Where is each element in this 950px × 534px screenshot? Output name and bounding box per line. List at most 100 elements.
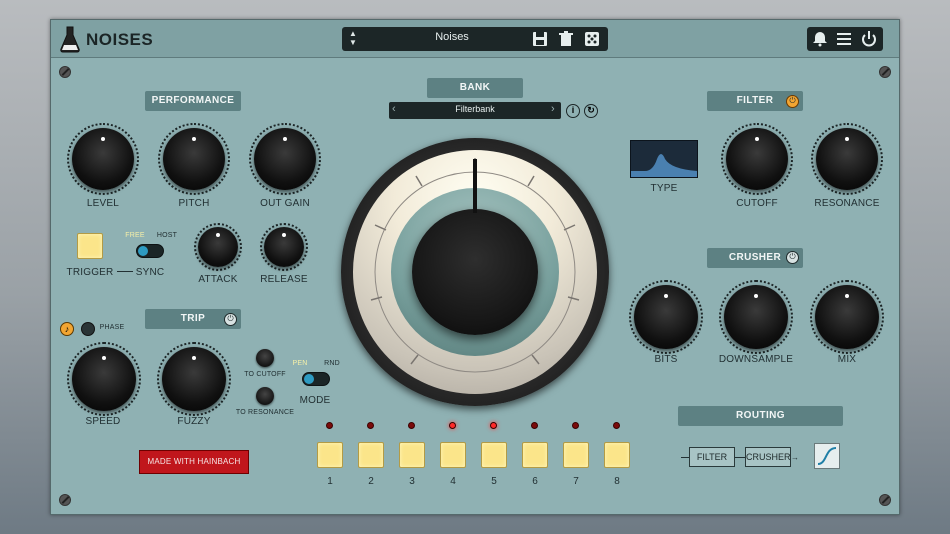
sync-label: SYNC	[135, 267, 165, 278]
curve-icon	[817, 447, 837, 465]
screw-icon	[879, 66, 891, 78]
pad-number: 7	[573, 476, 579, 487]
routing-crusher-block[interactable]: CRUSHER	[745, 447, 791, 467]
downsample-knob[interactable]	[724, 285, 788, 349]
bank-header: BANK	[427, 78, 523, 98]
made-with-badge[interactable]: MADE WITH HAINBACH	[139, 450, 249, 474]
phase-icon[interactable]	[81, 322, 95, 336]
pad-5[interactable]	[481, 442, 507, 468]
resonance-knob[interactable]	[816, 128, 878, 190]
pad-number: 3	[409, 476, 415, 487]
main-dial-knob[interactable]	[412, 209, 538, 335]
pad-number: 6	[532, 476, 538, 487]
filter-power-icon[interactable]: ⏻	[786, 95, 799, 108]
to-cutoff-knob[interactable]	[256, 349, 274, 367]
cutoff-label: CUTOFF	[736, 198, 778, 209]
level-knob[interactable]	[72, 128, 134, 190]
trigger-pad[interactable]	[77, 233, 103, 259]
release-knob[interactable]	[264, 227, 304, 267]
pitch-knob[interactable]	[163, 128, 225, 190]
preset-bar: ▲ ▼ Noises	[342, 27, 608, 51]
main-dial-pointer	[473, 159, 477, 213]
pad-7[interactable]	[563, 442, 589, 468]
routing-line-mid	[735, 457, 745, 458]
pad-led	[367, 422, 374, 429]
phase-label: PHASE	[99, 324, 125, 331]
free-label: FREE	[125, 232, 145, 239]
pad-led	[449, 422, 456, 429]
out-gain-knob[interactable]	[254, 128, 316, 190]
trigger-label: TRIGGER	[66, 267, 114, 278]
pad-6[interactable]	[522, 442, 548, 468]
power-icon[interactable]	[860, 30, 878, 48]
filter-curve-icon	[631, 154, 697, 177]
bank-selector[interactable]: ‹ Filterbank ›	[389, 102, 561, 119]
cutoff-knob[interactable]	[726, 128, 788, 190]
flask-logo-icon	[60, 26, 80, 53]
pad-number: 4	[450, 476, 456, 487]
save-icon[interactable]	[532, 31, 548, 47]
routing-filter-block[interactable]: FILTER	[689, 447, 735, 467]
menu-icon[interactable]	[836, 31, 852, 47]
crusher-power-icon[interactable]: ⏻	[786, 251, 799, 264]
to-resonance-knob[interactable]	[256, 387, 274, 405]
routing-header: ROUTING	[678, 406, 843, 426]
pad-1[interactable]	[317, 442, 343, 468]
top-right-controls	[807, 27, 883, 51]
trash-icon[interactable]	[558, 31, 574, 47]
pen-label: PEN	[292, 360, 308, 367]
speed-knob[interactable]	[72, 347, 136, 411]
screw-icon	[879, 494, 891, 506]
routing-line-in	[681, 457, 689, 458]
attack-label: ATTACK	[198, 274, 238, 285]
pad-4[interactable]	[440, 442, 466, 468]
preset-name[interactable]: Noises	[382, 31, 522, 43]
preset-arrows-icon[interactable]: ▲ ▼	[346, 29, 360, 49]
pad-2[interactable]	[358, 442, 384, 468]
trigger-sync-line	[117, 271, 133, 272]
release-label: RELEASE	[260, 274, 308, 285]
pad-led	[572, 422, 579, 429]
pad-led	[408, 422, 415, 429]
note-sync-icon[interactable]: ♪	[60, 322, 74, 336]
fuzzy-knob[interactable]	[162, 347, 226, 411]
speed-label: SPEED	[85, 416, 121, 427]
bell-icon[interactable]	[812, 31, 828, 47]
bank-prev-icon[interactable]: ‹	[392, 103, 396, 115]
attack-knob[interactable]	[198, 227, 238, 267]
refresh-icon[interactable]: ↻	[584, 104, 598, 118]
filter-type-display[interactable]	[630, 140, 698, 178]
routing-curve-button[interactable]	[814, 443, 840, 469]
fuzzy-label: FUZZY	[177, 416, 211, 427]
screw-icon	[59, 494, 71, 506]
plugin-window: NOISES ▲ ▼ Noises PERFORMANCE LEVEL PITCH…	[50, 19, 900, 515]
pad-led	[613, 422, 620, 429]
screw-icon	[59, 66, 71, 78]
info-icon[interactable]: i	[566, 104, 580, 118]
mode-label: MODE	[299, 395, 331, 406]
bank-next-icon[interactable]: ›	[551, 103, 555, 115]
out-gain-label: OUT GAIN	[260, 198, 310, 209]
level-label: LEVEL	[86, 198, 120, 209]
routing-arrow-icon: →	[791, 453, 799, 462]
sync-toggle[interactable]	[136, 244, 164, 258]
pitch-label: PITCH	[178, 198, 210, 209]
app-title: NOISES	[86, 30, 154, 49]
trip-power-icon[interactable]: ⏻	[224, 313, 237, 326]
filter-type-label: TYPE	[650, 183, 678, 194]
dice-icon[interactable]	[584, 31, 600, 47]
mode-toggle[interactable]	[302, 372, 330, 386]
performance-header: PERFORMANCE	[145, 91, 241, 111]
to-cutoff-label: TO CUTOFF	[244, 371, 286, 378]
pad-8[interactable]	[604, 442, 630, 468]
pad-led	[531, 422, 538, 429]
downsample-label: DOWNSAMPLE	[718, 354, 794, 365]
bits-knob[interactable]	[634, 285, 698, 349]
pad-number: 8	[614, 476, 620, 487]
pad-led	[326, 422, 333, 429]
pad-3[interactable]	[399, 442, 425, 468]
mix-knob[interactable]	[815, 285, 879, 349]
pad-number: 2	[368, 476, 374, 487]
top-bar: NOISES ▲ ▼ Noises	[51, 20, 899, 58]
resonance-label: RESONANCE	[814, 198, 880, 209]
